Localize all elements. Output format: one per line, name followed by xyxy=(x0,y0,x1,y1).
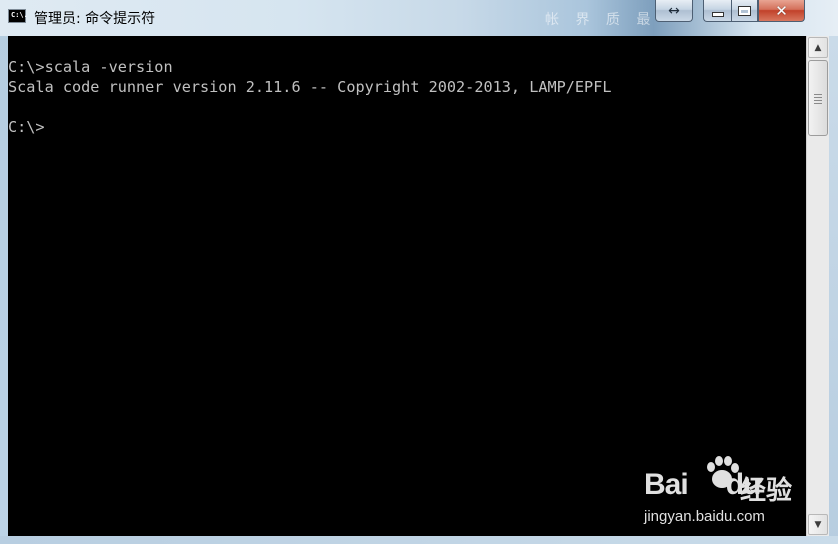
cmd-icon-label: C:\. xyxy=(11,11,28,19)
chevron-up-icon: ▲ xyxy=(814,42,822,53)
console-line: Scala code runner version 2.11.6 -- Copy… xyxy=(8,78,612,96)
grip-line xyxy=(814,94,822,95)
console-line: C:\>scala -version xyxy=(8,58,173,76)
maximize-button[interactable] xyxy=(731,0,758,22)
watermark-logo-text: Bai xyxy=(644,468,689,501)
resize-arrows-icon: ↔ xyxy=(668,2,680,19)
grip-line xyxy=(814,103,822,104)
close-button[interactable]: ✕ xyxy=(758,0,805,22)
baidu-jingyan-watermark: Bai du 经验 jingyan.baidu.com xyxy=(640,456,830,528)
cmd-icon[interactable]: C:\. xyxy=(8,9,28,23)
window-title: 管理员: 命令提示符 xyxy=(34,11,156,27)
grip-line xyxy=(814,97,822,98)
console-prompt: C:\> xyxy=(8,118,45,136)
minimize-button[interactable] xyxy=(703,0,731,22)
resize-button[interactable]: ↔ xyxy=(655,0,693,22)
background-ghost-text: 帐 界 质 最 xyxy=(545,12,657,28)
watermark-url: jingyan.baidu.com xyxy=(644,508,765,525)
scroll-thumb[interactable] xyxy=(808,60,828,136)
grip-line xyxy=(814,100,822,101)
paw-icon xyxy=(707,456,739,488)
scroll-up-button[interactable]: ▲ xyxy=(808,37,828,58)
close-icon: ✕ xyxy=(775,1,788,20)
cmd-window: C:\. 管理员: 命令提示符 帐 界 质 最 ↔ ✕ C:\>scala -v… xyxy=(0,0,838,544)
maximize-icon xyxy=(738,5,751,16)
window-frame-right xyxy=(829,36,838,544)
title-bar[interactable]: C:\. 管理员: 命令提示符 帐 界 质 最 ↔ ✕ xyxy=(0,0,838,36)
minimize-icon xyxy=(711,12,724,17)
window-frame-bottom xyxy=(0,536,838,544)
watermark-brand: 经验 xyxy=(740,476,793,506)
